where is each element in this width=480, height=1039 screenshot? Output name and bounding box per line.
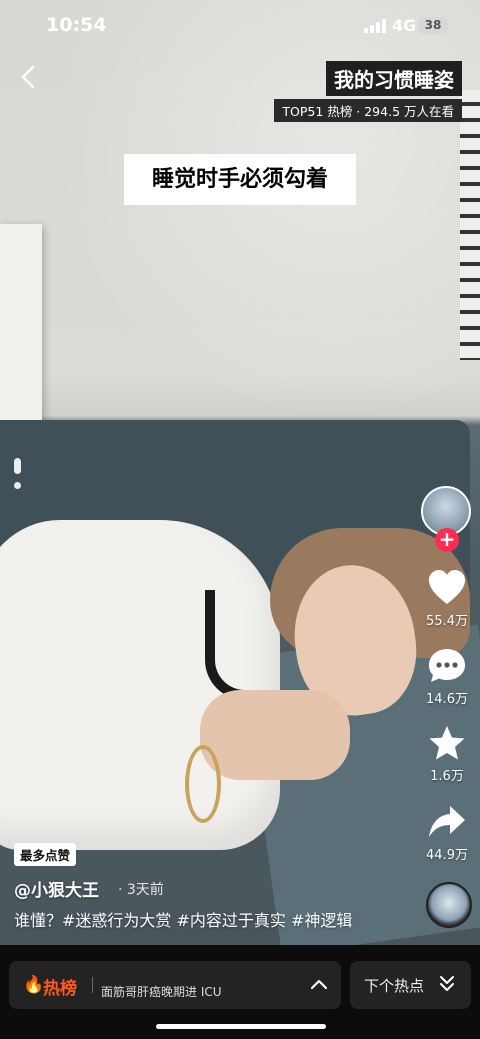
status-time: 10:54 [46,14,107,36]
wall-shelf [0,224,42,432]
video-title[interactable]: 我的习惯睡姿 [326,61,462,96]
like-count: 55.4万 [426,614,468,629]
follow-button[interactable]: + [435,528,459,552]
divider [92,977,93,993]
chevron-up-icon [310,979,328,990]
share-arrow-icon [429,806,465,837]
network-type: 4G [392,16,417,35]
fire-icon: 🔥 [23,975,45,995]
comment-count: 14.6万 [426,692,468,707]
clasped-hands [200,690,350,780]
video-player[interactable] [0,0,480,945]
double-chevron-down-icon [438,974,456,994]
home-indicator [156,1024,326,1029]
comment-button[interactable]: 14.6万 [417,648,477,707]
signal-icon [364,19,386,33]
most-liked-badge: 最多点赞 [14,843,77,866]
favorite-button[interactable]: 1.6万 [417,725,477,784]
back-button[interactable] [14,62,44,92]
share-count: 44.9万 [426,848,468,863]
hot-list-label: 热榜 [43,979,77,999]
music-disc-icon[interactable] [426,882,472,928]
status-bar: 10:54 4G 38 [0,0,480,50]
more-handle-icon[interactable] [14,458,22,492]
comment-icon [429,649,465,682]
share-button[interactable]: 44.9万 [417,804,477,863]
bracelet [185,745,221,823]
like-button[interactable]: 55.4万 [417,570,477,629]
chevron-left-icon [21,65,35,89]
wall-poster [460,90,480,360]
heart-icon [429,570,465,604]
author-name[interactable]: @小狠大王 [14,876,99,901]
hot-rank-info[interactable]: TOP51 热榜 · 294.5 万人在看 [274,99,462,122]
star-icon [429,726,465,760]
battery-icon: 38 [418,17,448,34]
video-caption: 睡觉时手必须勾着 [124,154,356,205]
hot-ticker-text[interactable]: 面筋哥肝癌晚期进 ICU [101,983,222,1000]
expand-button[interactable] [308,974,330,994]
post-time: · 3天前 [118,882,164,898]
next-hot-label: 下个热点 [364,977,425,995]
favorite-count: 1.6万 [430,769,464,784]
post-description[interactable]: 谁懂？#迷惑行为大赏 #内容过于真实 #神逻辑 [14,907,352,931]
